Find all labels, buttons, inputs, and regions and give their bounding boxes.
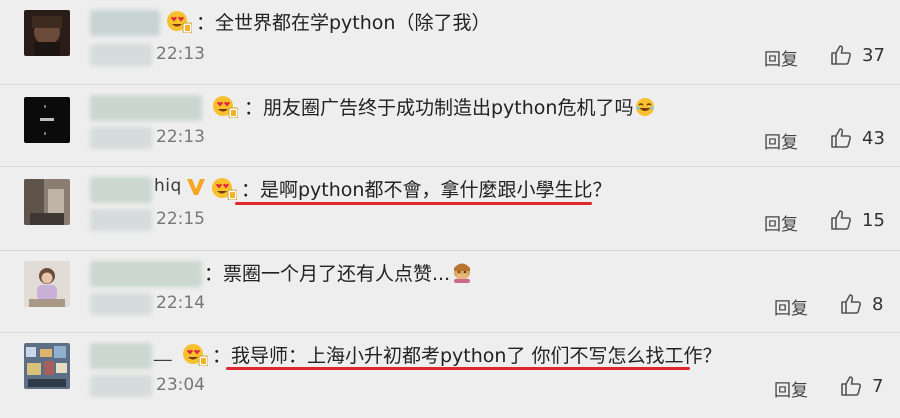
username-blurred[interactable]	[90, 10, 160, 36]
comment-time: 22:14	[156, 293, 205, 313]
thumbs-up-icon[interactable]	[830, 43, 854, 67]
comment-item: ：票圈一个月了还有人点赞... 22:14 回复 8	[0, 251, 900, 332]
heart-eyes-badge-icon	[211, 176, 237, 200]
avatar[interactable]	[24, 10, 70, 56]
comment-item: ：朋友圈广告终于成功制造出python危机了吗 22:13 回复 43	[0, 85, 900, 166]
thumbs-up-icon[interactable]	[830, 126, 854, 150]
username-suffix[interactable]: hiq	[154, 176, 182, 196]
reply-button[interactable]: 回复	[764, 210, 798, 235]
thumbs-up-icon[interactable]	[840, 374, 864, 398]
username-blurred[interactable]	[90, 177, 152, 203]
comment-time: 22:15	[156, 209, 205, 229]
date-blurred	[90, 375, 152, 397]
date-blurred	[90, 209, 152, 231]
username-blurred[interactable]	[90, 95, 202, 121]
comment-time: 23:04	[156, 375, 205, 395]
username-blurred[interactable]	[90, 261, 202, 287]
reply-button[interactable]: 回复	[774, 294, 808, 319]
thumbs-up-icon[interactable]	[840, 292, 864, 316]
comment-text-content: ：票圈一个月了还有人点赞...	[204, 263, 451, 285]
avatar[interactable]	[24, 343, 70, 389]
avatar[interactable]	[24, 261, 70, 307]
avatar[interactable]	[24, 179, 70, 225]
reply-button[interactable]: 回复	[764, 128, 798, 153]
comment-text: ：全世界都在学python（除了我）	[196, 12, 491, 34]
covering-mouth-emoji-icon	[452, 263, 472, 283]
reply-button[interactable]: 回复	[774, 376, 808, 401]
reply-button[interactable]: 回复	[764, 45, 798, 70]
comment-text: ：票圈一个月了还有人点赞...	[204, 259, 472, 286]
comment-time: 22:13	[156, 127, 205, 147]
heart-eyes-badge-icon	[182, 342, 208, 366]
comment-text-content: ：朋友圈广告终于成功制造出python危机了吗	[244, 97, 634, 119]
red-underline	[226, 367, 690, 370]
heart-eyes-badge-icon	[212, 94, 238, 118]
like-count: 43	[862, 128, 885, 149]
heart-eyes-badge-icon	[166, 9, 192, 33]
username-blurred[interactable]	[90, 343, 152, 369]
thumbs-up-icon[interactable]	[830, 208, 854, 232]
username-suffix[interactable]: __	[154, 342, 172, 362]
date-blurred	[90, 44, 152, 66]
comment-text: ：我导师：上海小升初都考python了 你们不写怎么找工作？	[212, 345, 722, 367]
date-blurred	[90, 293, 152, 315]
comment-time: 22:13	[156, 44, 205, 64]
comment-item: hiq ：是啊python都不會，拿什麼跟小學生比？ 22:15 回复 15	[0, 167, 900, 250]
red-underline	[235, 202, 592, 205]
like-count: 7	[872, 376, 884, 397]
date-blurred	[90, 127, 152, 149]
comment-item: __ ：我导师：上海小升初都考python了 你们不写怎么找工作？ 23:04 …	[0, 333, 900, 418]
avatar[interactable]	[24, 97, 70, 143]
laughing-emoji-icon	[635, 97, 655, 117]
like-count: 8	[872, 294, 884, 315]
like-count: 15	[862, 210, 885, 231]
comment-item: ：全世界都在学python（除了我） 22:13 回复 37	[0, 0, 900, 84]
like-count: 37	[862, 45, 885, 66]
comment-text: ：是啊python都不會，拿什麼跟小學生比？	[241, 179, 612, 201]
comment-text: ：朋友圈广告终于成功制造出python危机了吗	[244, 93, 655, 120]
vip-v-icon	[185, 176, 207, 198]
